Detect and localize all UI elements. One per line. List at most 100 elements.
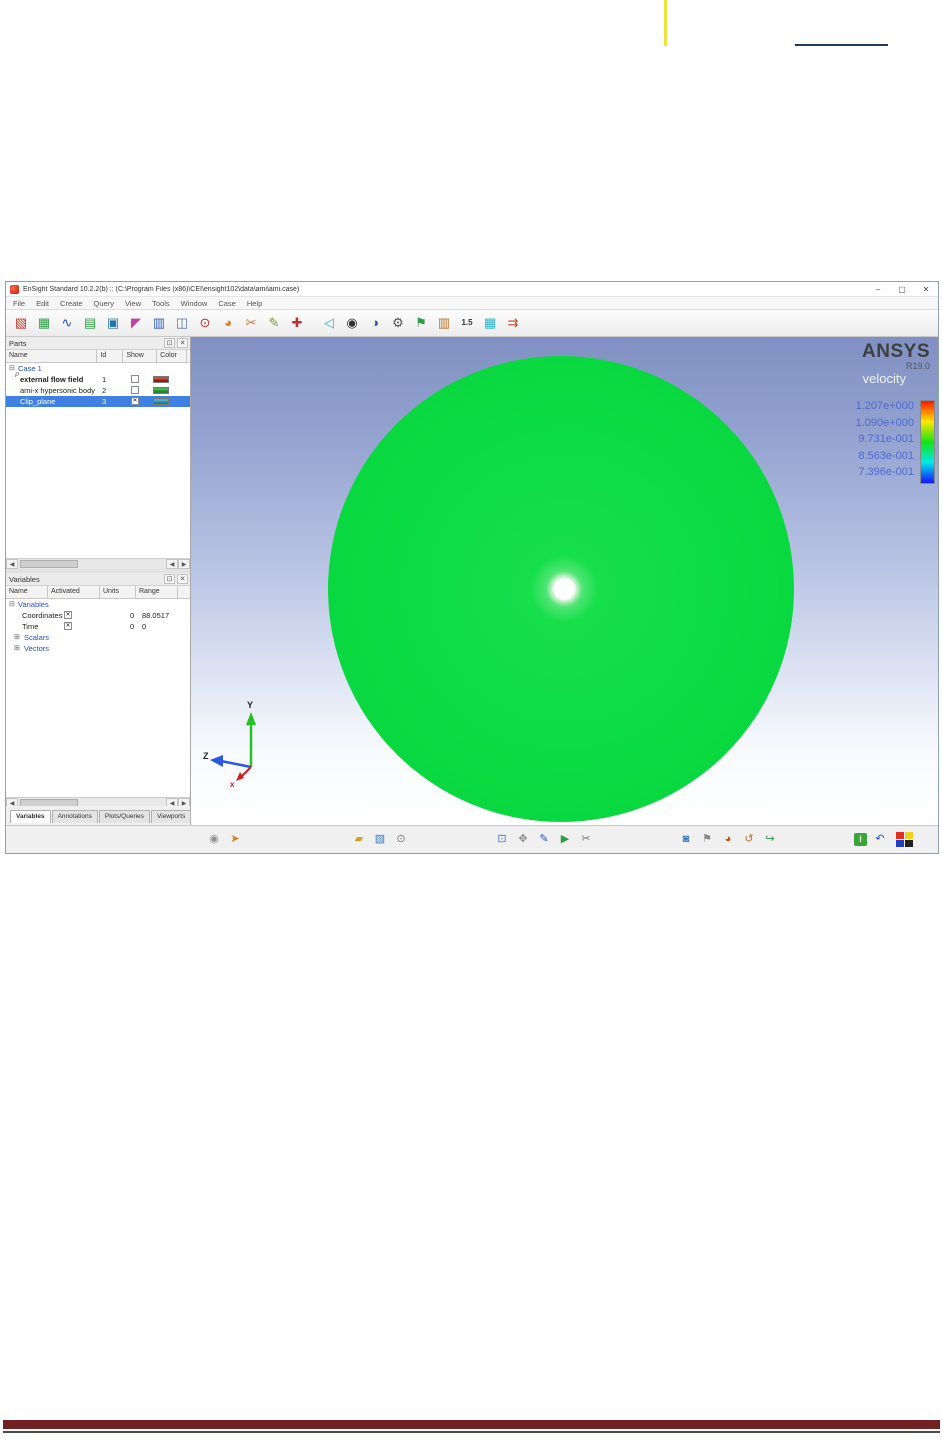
scrollbar-thumb[interactable] xyxy=(20,560,78,568)
flag-small-icon[interactable]: ⚑ xyxy=(699,831,715,847)
zoom-icon[interactable]: ⊙ xyxy=(195,313,215,333)
yellow-swatch[interactable] xyxy=(905,831,913,839)
scroll-left-icon[interactable]: ◀ xyxy=(166,559,178,569)
vars-col-units[interactable]: Units xyxy=(100,586,136,598)
float-panel-icon[interactable]: ⊡ xyxy=(164,338,175,348)
tools-icon[interactable]: ✚ xyxy=(287,313,307,333)
part-name[interactable]: Clip_plane xyxy=(20,396,55,407)
color-legend-bar[interactable] xyxy=(920,400,935,484)
vars-col-activated[interactable]: Activated xyxy=(48,586,100,598)
spreadsheet-icon[interactable]: ▦ xyxy=(34,313,54,333)
parts-manager-icon[interactable]: ▧ xyxy=(11,313,31,333)
case-label[interactable]: Case 1 xyxy=(18,363,42,374)
frame-icon[interactable]: ◙ xyxy=(678,831,694,847)
select-box-icon[interactable]: ▧ xyxy=(372,831,388,847)
parts-col-show[interactable]: Show xyxy=(123,350,158,362)
palette-small-icon[interactable]: ◕ xyxy=(720,831,736,847)
parts-col-color[interactable]: Color xyxy=(157,350,187,362)
variable-group-label[interactable]: Vectors xyxy=(24,643,49,654)
tab-viewports[interactable]: Viewports xyxy=(150,810,192,823)
collapse-icon[interactable]: ⊟ xyxy=(9,599,15,610)
variable-row[interactable]: Time ✕ 0 0 xyxy=(6,621,190,632)
clip-scissors-icon[interactable]: ✂ xyxy=(241,313,261,333)
variables-root-row[interactable]: ⊟ Variables xyxy=(6,599,190,610)
folder-icon[interactable]: ▰ xyxy=(351,831,367,847)
color-swatch[interactable] xyxy=(153,387,169,394)
cut-icon[interactable]: ✂ xyxy=(578,831,594,847)
show-checkbox-checked[interactable]: ✕ xyxy=(131,397,139,405)
blue-swatch[interactable] xyxy=(896,839,904,847)
menu-item-view[interactable]: View xyxy=(125,299,141,308)
close-panel-icon[interactable]: ✕ xyxy=(177,338,188,348)
variable-group-label[interactable]: Scalars xyxy=(24,632,49,643)
export-icon[interactable]: ⇉ xyxy=(503,313,523,333)
undo-icon[interactable]: ↶ xyxy=(872,831,888,847)
pointer-icon[interactable]: ➤ xyxy=(227,831,243,847)
graphics-viewport[interactable]: ANSYS R19.0 velocity 1.207e+000 1.090e+0… xyxy=(191,337,938,825)
parts-horizontal-scrollbar[interactable]: ◀ ◀ ▶ xyxy=(6,558,190,569)
vars-col-range[interactable]: Range xyxy=(136,586,178,598)
color-swatch-grid[interactable] xyxy=(896,831,913,847)
menu-item-case[interactable]: Case xyxy=(218,299,236,308)
part-name[interactable]: ami-x hypersonic body xyxy=(20,385,95,396)
camera-icon[interactable]: ◫ xyxy=(172,313,192,333)
part-row[interactable]: ami-x hypersonic body 2 xyxy=(6,385,190,396)
float-panel-icon[interactable]: ⊡ xyxy=(164,574,175,584)
parts-col-id[interactable]: Id xyxy=(97,350,124,362)
variable-group-row[interactable]: ⊞ Scalars xyxy=(6,632,190,643)
activated-checkbox-checked[interactable]: ✕ xyxy=(64,622,72,630)
scroll-right-icon[interactable]: ▶ xyxy=(178,559,190,569)
play-icon[interactable]: ▶ xyxy=(557,831,573,847)
menu-item-tools[interactable]: Tools xyxy=(152,299,170,308)
transform-icon[interactable]: ✥ xyxy=(515,831,531,847)
close-button[interactable]: ✕ xyxy=(914,285,938,294)
variables-root-label[interactable]: Variables xyxy=(18,599,49,610)
gear-icon[interactable]: ⚙ xyxy=(388,313,408,333)
show-checkbox[interactable] xyxy=(131,386,139,394)
scroll-left-icon[interactable]: ◀ xyxy=(6,559,18,569)
annotation-icon[interactable]: ◤ xyxy=(126,313,146,333)
expand-icon[interactable]: ⊞ xyxy=(14,643,20,654)
flag-icon[interactable]: ⚑ xyxy=(411,313,431,333)
activated-checkbox-checked[interactable]: ✕ xyxy=(64,611,72,619)
title-bar[interactable]: EnSight Standard 10.2.2(b) :: (C:\Progra… xyxy=(6,282,938,297)
case-row[interactable]: ⊟ Case 1 xyxy=(6,363,190,374)
show-checkbox[interactable] xyxy=(131,375,139,383)
variable-name[interactable]: Coordinates xyxy=(22,610,62,621)
reset-icon[interactable]: ↺ xyxy=(741,831,757,847)
timestep-icon[interactable]: 1.5 xyxy=(457,313,477,333)
vars-col-name[interactable]: Name xyxy=(6,586,48,598)
black-swatch[interactable] xyxy=(905,839,913,847)
color-palette-icon[interactable]: ◕ xyxy=(218,313,238,333)
menu-item-window[interactable]: Window xyxy=(181,299,208,308)
variable-group-row[interactable]: ⊞ Vectors xyxy=(6,643,190,654)
red-swatch[interactable] xyxy=(896,831,904,839)
tab-plots-queries[interactable]: Plots/Queries xyxy=(98,810,150,823)
record-icon[interactable]: ◉ xyxy=(206,831,222,847)
tab-annotations[interactable]: Annotations xyxy=(51,810,98,823)
menu-item-query[interactable]: Query xyxy=(94,299,114,308)
close-panel-icon[interactable]: ✕ xyxy=(177,574,188,584)
image-icon[interactable]: ▣ xyxy=(103,313,123,333)
part-row[interactable]: P external flow field 1 xyxy=(6,373,190,385)
magnifier-icon[interactable]: ⊙ xyxy=(393,831,409,847)
color-swatch[interactable] xyxy=(153,398,169,405)
menu-item-help[interactable]: Help xyxy=(247,299,262,308)
menu-item-file[interactable]: File xyxy=(13,299,25,308)
plot-icon[interactable]: ∿ xyxy=(57,313,77,333)
variable-name[interactable]: Time xyxy=(22,621,38,632)
minimize-button[interactable]: – xyxy=(866,285,890,294)
redo-icon[interactable]: ↪ xyxy=(762,831,778,847)
sphere-icon[interactable]: ◑ xyxy=(365,313,385,333)
draw-icon[interactable]: ✎ xyxy=(536,831,552,847)
ruler-icon[interactable]: ◁ xyxy=(319,313,339,333)
variable-row[interactable]: Coordinates ✕ 0 88.0517 xyxy=(6,610,190,621)
pencil-icon[interactable]: ✎ xyxy=(264,313,284,333)
zoom-region-icon[interactable]: ⊡ xyxy=(494,831,510,847)
tab-variables[interactable]: Variables xyxy=(10,810,51,823)
calculator-icon[interactable]: ▤ xyxy=(80,313,100,333)
flipbook-icon[interactable]: ▥ xyxy=(149,313,169,333)
color-swatch[interactable] xyxy=(153,376,169,383)
eye-icon[interactable]: ◉ xyxy=(342,313,362,333)
collapse-icon[interactable]: ⊟ xyxy=(9,363,15,374)
